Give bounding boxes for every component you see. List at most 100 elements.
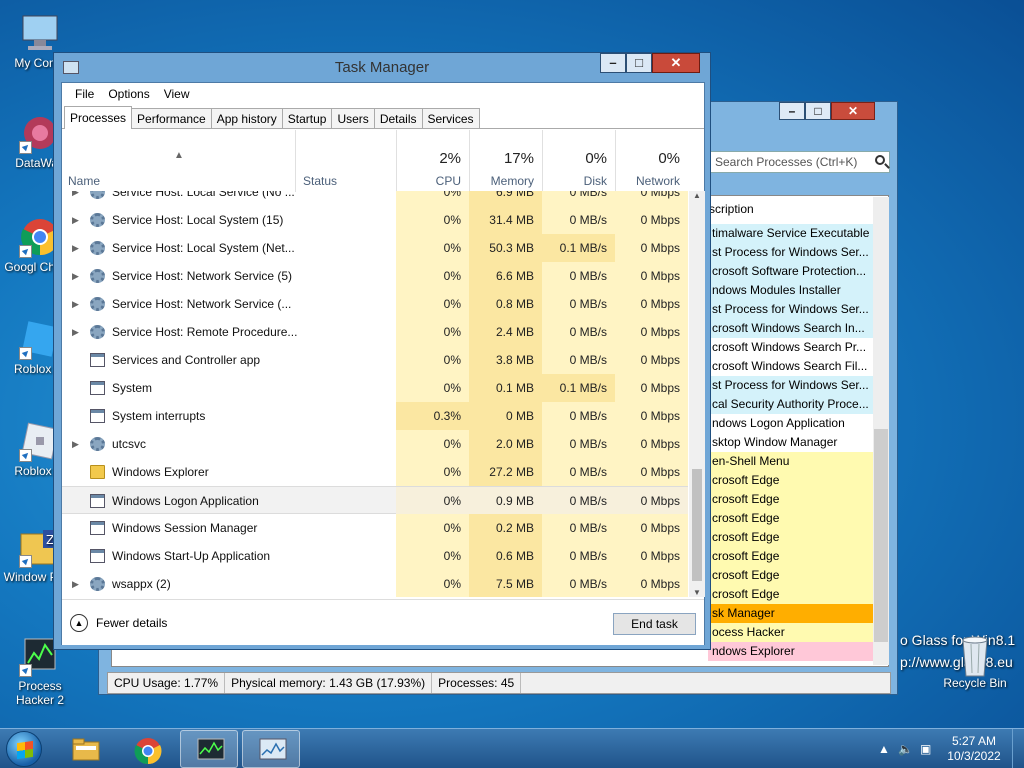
start-button[interactable] [6, 731, 42, 767]
taskbar-process-hacker-button[interactable] [180, 730, 238, 768]
process-row[interactable]: crosoft Windows Search Fil... [708, 357, 873, 376]
process-row[interactable]: ocess Hacker [708, 623, 873, 642]
desktop-icon-label: Process Hacker 2 [15, 679, 65, 707]
process-row[interactable]: crosoft Edge [708, 528, 873, 547]
process-row[interactable]: sk Manager [708, 604, 873, 623]
expand-chevron-icon[interactable]: ▶ [72, 206, 79, 234]
tab-details[interactable]: Details [373, 108, 423, 128]
name-column-header[interactable]: Name [68, 174, 100, 188]
scroll-up-icon[interactable]: ▲ [693, 191, 701, 200]
search-input[interactable]: Search Processes (Ctrl+K) [710, 151, 890, 173]
process-row[interactable]: ▶ Service Host: Network Service (... 0% 0.8… [62, 290, 688, 318]
expand-chevron-icon[interactable]: ▶ [72, 290, 79, 318]
maximize-icon[interactable]: □ [805, 102, 831, 120]
process-row[interactable]: crosoft Software Protection... [708, 262, 873, 281]
menu-file[interactable]: File [68, 83, 101, 105]
process-row[interactable]: st Process for Windows Ser... [708, 300, 873, 319]
volume-muted-icon[interactable]: 🔈 [898, 742, 913, 756]
tab-services[interactable]: Services [421, 108, 480, 128]
process-row[interactable]: ▶ Service Host: Remote Procedure... 0% 2.4 … [62, 318, 688, 346]
cpu-cell: 0% [396, 206, 469, 234]
task-manager-window[interactable]: Task Manager – □ ✕ File Options View Proce… [53, 52, 711, 650]
expand-chevron-icon[interactable]: ▶ [72, 318, 79, 346]
taskbar-task-manager-button[interactable] [242, 730, 300, 768]
scroll-down-icon[interactable]: ▼ [693, 588, 701, 597]
process-row[interactable]: ▶ Service Host: Network Service (5) 0% 6.6 … [62, 262, 688, 290]
scrollbar-thumb[interactable] [692, 469, 702, 581]
process-row[interactable]: en-Shell Menu [708, 452, 873, 471]
expand-chevron-icon[interactable]: ▶ [72, 234, 79, 262]
maximize-button[interactable]: □ [626, 53, 652, 73]
service-gear-icon [90, 325, 105, 339]
process-name: wsappx (2) [112, 577, 171, 591]
network-icon[interactable]: ▣ [920, 742, 931, 756]
process-row[interactable]: ▶ wsappx (2) 0% 7.5 MB 0 MB/s 0 Mbps [62, 570, 688, 597]
show-hidden-icons-icon[interactable]: ▲ [878, 742, 890, 756]
show-desktop-button[interactable] [1012, 729, 1024, 768]
minimize-icon[interactable]: – [779, 102, 805, 120]
process-row[interactable]: crosoft Edge [708, 490, 873, 509]
tab-processes[interactable]: Processes [64, 106, 133, 129]
application-window-icon [90, 521, 105, 535]
menu-view[interactable]: View [157, 83, 197, 105]
network-cell: 0 Mbps [615, 402, 688, 430]
process-row[interactable]: ▶ Service Host: Local Service (No ... 0% 6.… [62, 191, 688, 206]
expand-chevron-icon[interactable]: ▶ [72, 191, 79, 206]
status-column-header[interactable]: Status [295, 130, 396, 192]
process-row[interactable]: ▶ Service Host: Local System (15) 0% 31.4 M… [62, 206, 688, 234]
process-row[interactable]: timalware Service Executable [708, 224, 873, 243]
process-row[interactable]: st Process for Windows Ser... [708, 376, 873, 395]
process-row[interactable]: sktop Window Manager [708, 433, 873, 452]
taskbar-explorer-button[interactable] [56, 730, 114, 768]
process-row[interactable]: Windows Session Manager 0% 0.2 MB 0 MB/s 0 M… [62, 514, 688, 542]
system-clock[interactable]: 5:27 AM 10/3/2022 [944, 734, 1004, 764]
process-row[interactable]: ▶ Service Host: Local System (Net... 0% 50.… [62, 234, 688, 262]
process-list[interactable]: ▶ Service Host: Local Service (No ... 0% 6.… [62, 191, 688, 597]
disk-cell: 0.1 MB/s [542, 374, 615, 402]
expand-chevron-icon[interactable]: ▶ [72, 430, 79, 458]
cpu-column-header[interactable]: 2% CPU [396, 130, 469, 192]
process-row[interactable]: crosoft Edge [708, 566, 873, 585]
clock-date: 10/3/2022 [947, 749, 1001, 763]
vertical-scrollbar[interactable] [873, 197, 889, 665]
close-button[interactable]: ✕ [652, 53, 700, 73]
scrollbar-thumb[interactable] [874, 429, 888, 642]
process-row[interactable]: crosoft Windows Search Pr... [708, 338, 873, 357]
process-row[interactable]: ndows Explorer [708, 642, 873, 661]
process-row[interactable]: Windows Logon Application 0% 0.9 MB 0 MB/s 0… [62, 486, 688, 515]
process-row[interactable]: st Process for Windows Ser... [708, 243, 873, 262]
process-row[interactable]: Windows Start-Up Application 0% 0.6 MB 0 MB… [62, 542, 688, 570]
memory-column-header[interactable]: 17% Memory [469, 130, 542, 192]
description-column-header[interactable]: scription [709, 196, 754, 216]
process-row[interactable]: crosoft Edge [708, 547, 873, 566]
fewer-details-button[interactable]: ▲ Fewer details [70, 614, 167, 632]
expand-chevron-icon[interactable]: ▶ [72, 262, 79, 290]
process-row[interactable]: ndows Logon Application [708, 414, 873, 433]
process-row[interactable]: System interrupts 0.3% 0 MB 0 MB/s 0 Mbps [62, 402, 688, 430]
process-row[interactable]: ndows Modules Installer [708, 281, 873, 300]
process-list-scrollbar[interactable]: ▲ ▼ [689, 191, 705, 597]
disk-column-header[interactable]: 0% Disk [542, 130, 615, 192]
process-row[interactable]: ▶ utcsvc 0% 2.0 MB 0 MB/s 0 Mbps [62, 430, 688, 458]
tab-app-history[interactable]: App history [210, 108, 283, 128]
minimize-button[interactable]: – [600, 53, 626, 73]
process-row[interactable]: cal Security Authority Proce... [708, 395, 873, 414]
process-row[interactable]: crosoft Edge [708, 471, 873, 490]
process-row[interactable]: crosoft Edge [708, 509, 873, 528]
tab-performance[interactable]: Performance [131, 108, 212, 128]
process-row[interactable]: Services and Controller app 0% 3.8 MB 0 MB/… [62, 346, 688, 374]
process-row[interactable]: crosoft Windows Search In... [708, 319, 873, 338]
network-column-header[interactable]: 0% Network [615, 130, 688, 192]
process-row[interactable]: System 0% 0.1 MB 0.1 MB/s 0 Mbps [62, 374, 688, 402]
close-icon[interactable]: ✕ [831, 102, 875, 120]
disk-cell: 0 MB/s [542, 346, 615, 374]
expand-chevron-icon[interactable]: ▶ [72, 570, 79, 597]
menu-options[interactable]: Options [101, 83, 156, 105]
process-row[interactable]: crosoft Edge [708, 585, 873, 604]
end-task-button[interactable]: End task [613, 613, 696, 635]
taskbar-chrome-button[interactable] [118, 730, 176, 768]
recycle-bin[interactable]: Recycle Bin [935, 632, 1015, 690]
tab-startup[interactable]: Startup [281, 108, 333, 128]
process-row[interactable]: Windows Explorer 0% 27.2 MB 0 MB/s 0 Mbps [62, 458, 688, 486]
tab-users[interactable]: Users [331, 108, 375, 128]
